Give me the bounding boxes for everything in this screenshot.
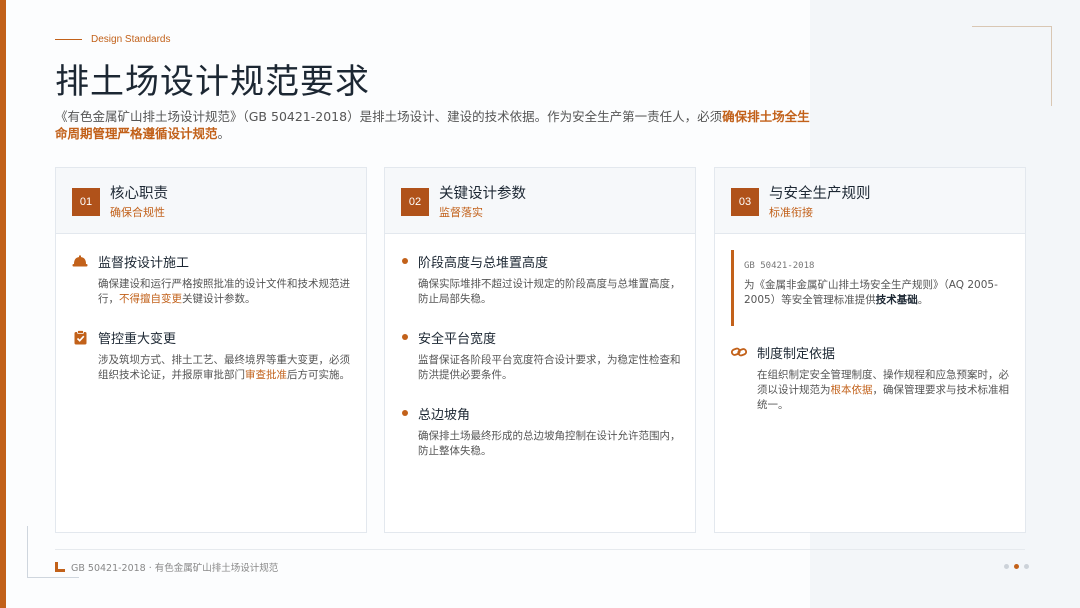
item-control-major-changes: 管控重大变更 涉及筑坝方式、排土工艺、最终境界等重大变更，必须组织技术论证，并报… bbox=[72, 328, 352, 383]
eyebrow: Design Standards bbox=[55, 34, 171, 45]
slide: Design Standards 排土场设计规范要求 《有色金属矿山排土场设计规… bbox=[0, 0, 1080, 608]
card-header: 01 核心职责 确保合规性 bbox=[56, 168, 366, 234]
card-number: 03 bbox=[731, 188, 759, 216]
link-icon bbox=[731, 344, 747, 360]
page-title: 排土场设计规范要求 bbox=[55, 62, 370, 102]
desc-text-end: 后方可实施。 bbox=[287, 369, 350, 381]
item-slope-angle: 总边坡角 确保排土场最终形成的总边坡角控制在设计允许范围内，防止整体失稳。 bbox=[401, 404, 681, 459]
item-description: 确保排土场最终形成的总边坡角控制在设计允许范围内，防止整体失稳。 bbox=[418, 430, 681, 457]
clipboard-check-icon bbox=[72, 329, 88, 345]
item-description: 在组织制定安全管理制度、操作规程和应急预案时，必须以设计规范为根本依据，确保管理… bbox=[731, 368, 1011, 413]
item-title: 总边坡角 bbox=[418, 407, 471, 423]
eyebrow-text: Design Standards bbox=[91, 34, 171, 45]
item-title: 监督按设计施工 bbox=[98, 255, 190, 271]
footer-text: GB 50421-2018 · 有色金属矿山排土场设计规范 bbox=[71, 563, 279, 574]
quote-text-end: 。 bbox=[917, 294, 929, 306]
quote-text-bold: 技术基础 bbox=[875, 294, 918, 306]
corner-decoration-top-right bbox=[972, 26, 1052, 106]
intro-text: 《有色金属矿山排土场设计规范》（GB 50421-2018）是排土场设计、建设的… bbox=[55, 109, 723, 124]
page-indicator bbox=[1004, 564, 1029, 569]
desc-highlight: 审查批准 bbox=[245, 369, 287, 381]
card-title: 与安全生产规则 bbox=[769, 186, 871, 202]
left-accent-bar bbox=[0, 0, 6, 608]
card-title: 关键设计参数 bbox=[439, 186, 526, 202]
page-dot[interactable] bbox=[1024, 564, 1029, 569]
card-header: 02 关键设计参数 监督落实 bbox=[385, 168, 695, 234]
desc-highlight: 根本依据 bbox=[830, 384, 873, 396]
item-policy-basis: 制度制定依据 在组织制定安全管理制度、操作规程和应急预案时，必须以设计规范为根本… bbox=[731, 343, 1011, 413]
item-description: 监督保证各阶段平台宽度符合设计要求，为稳定性检查和防洪提供必要条件。 bbox=[418, 354, 681, 381]
footer-divider bbox=[55, 549, 1025, 550]
page-dot[interactable] bbox=[1004, 564, 1009, 569]
quote-tag: GB 50421-2018 bbox=[744, 261, 815, 271]
eyebrow-line bbox=[55, 39, 82, 40]
bullet-dot-icon bbox=[402, 410, 408, 416]
item-title: 管控重大变更 bbox=[98, 331, 177, 347]
intro-end: 。 bbox=[217, 126, 231, 141]
card-core-duties: 01 核心职责 确保合规性 监督按设计施工 确保建设和运行严格按照批准的设计文件… bbox=[55, 167, 367, 533]
footer-corner-icon bbox=[55, 562, 65, 572]
quote-text: 为《金属非金属矿山排土场安全生产规则》（AQ 2005-2005）等安全管理标准… bbox=[744, 278, 1011, 308]
hard-hat-icon bbox=[72, 253, 88, 269]
card-number: 02 bbox=[401, 188, 429, 216]
item-title: 制度制定依据 bbox=[757, 346, 836, 362]
card-subtitle: 监督落实 bbox=[439, 206, 483, 219]
item-description: 确保实际堆排不超过设计规定的阶段高度与总堆置高度，防止局部失稳。 bbox=[418, 278, 681, 305]
card-number: 01 bbox=[72, 188, 100, 216]
item-supervise-construction: 监督按设计施工 确保建设和运行严格按照批准的设计文件和技术规范进行，不得擅自变更… bbox=[72, 252, 352, 307]
standard-quote: GB 50421-2018 为《金属非金属矿山排土场安全生产规则》（AQ 200… bbox=[731, 250, 1011, 326]
item-platform-width: 安全平台宽度 监督保证各阶段平台宽度符合设计要求，为稳定性检查和防洪提供必要条件… bbox=[401, 328, 681, 383]
intro-paragraph: 《有色金属矿山排土场设计规范》（GB 50421-2018）是排土场设计、建设的… bbox=[55, 108, 815, 142]
card-subtitle: 确保合规性 bbox=[110, 206, 165, 219]
item-description: 确保建设和运行严格按照批准的设计文件和技术规范进行，不得擅自变更关键设计参数。 bbox=[72, 277, 352, 307]
card-header: 03 与安全生产规则 标准衔接 bbox=[715, 168, 1025, 234]
card-safety-rules: 03 与安全生产规则 标准衔接 GB 50421-2018 为《金属非金属矿山排… bbox=[714, 167, 1026, 533]
page-dot-active[interactable] bbox=[1014, 564, 1019, 569]
quote-text-body: 为《金属非金属矿山排土场安全生产规则》（AQ 2005-2005）等安全管理标准… bbox=[744, 279, 998, 306]
card-title: 核心职责 bbox=[110, 186, 168, 202]
bullet-dot-icon bbox=[402, 258, 408, 264]
item-title: 阶段高度与总堆置高度 bbox=[418, 255, 549, 271]
item-description: 涉及筑坝方式、排土工艺、最终境界等重大变更，必须组织技术论证，并报原审批部门审查… bbox=[72, 353, 352, 383]
bullet-dot-icon bbox=[402, 334, 408, 340]
card-key-parameters: 02 关键设计参数 监督落实 阶段高度与总堆置高度 确保实际堆排不超过设计规定的… bbox=[384, 167, 696, 533]
card-subtitle: 标准衔接 bbox=[769, 206, 813, 219]
desc-text-end: 关键设计参数。 bbox=[182, 293, 256, 305]
item-title: 安全平台宽度 bbox=[418, 331, 497, 347]
desc-highlight: 不得擅自变更 bbox=[119, 293, 182, 305]
item-bench-height: 阶段高度与总堆置高度 确保实际堆排不超过设计规定的阶段高度与总堆置高度，防止局部… bbox=[401, 252, 681, 307]
